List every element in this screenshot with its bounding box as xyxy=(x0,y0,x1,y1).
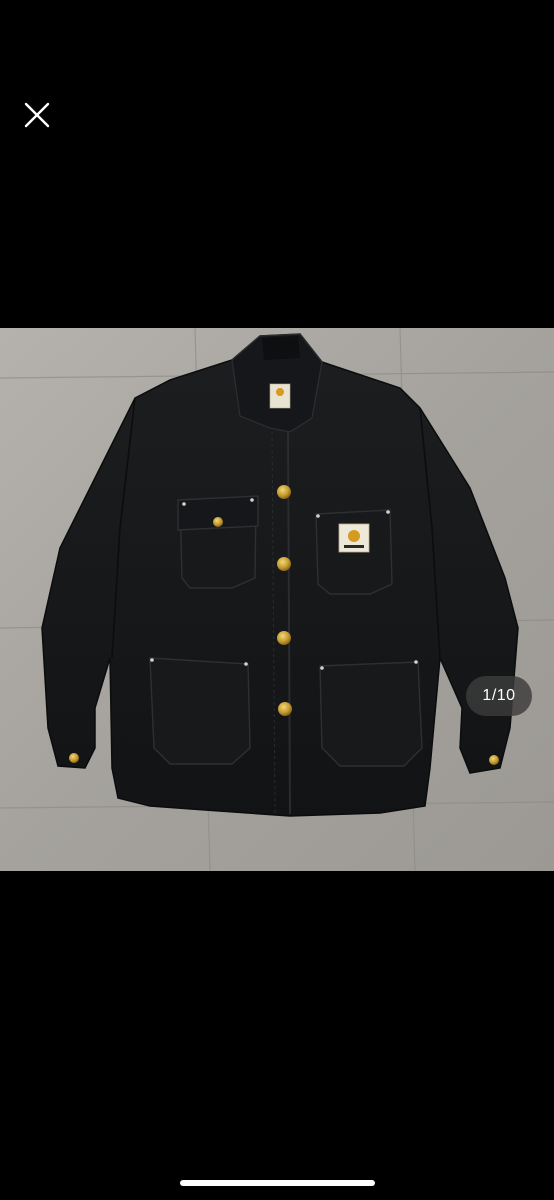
close-button[interactable] xyxy=(16,96,56,136)
home-indicator[interactable] xyxy=(180,1180,375,1186)
jacket-image xyxy=(0,328,554,871)
image-counter-badge: 1/10 xyxy=(466,676,532,716)
close-icon xyxy=(24,102,50,128)
product-photo[interactable]: 1/10 xyxy=(0,328,554,871)
image-viewer: 1/10 xyxy=(0,0,554,1200)
